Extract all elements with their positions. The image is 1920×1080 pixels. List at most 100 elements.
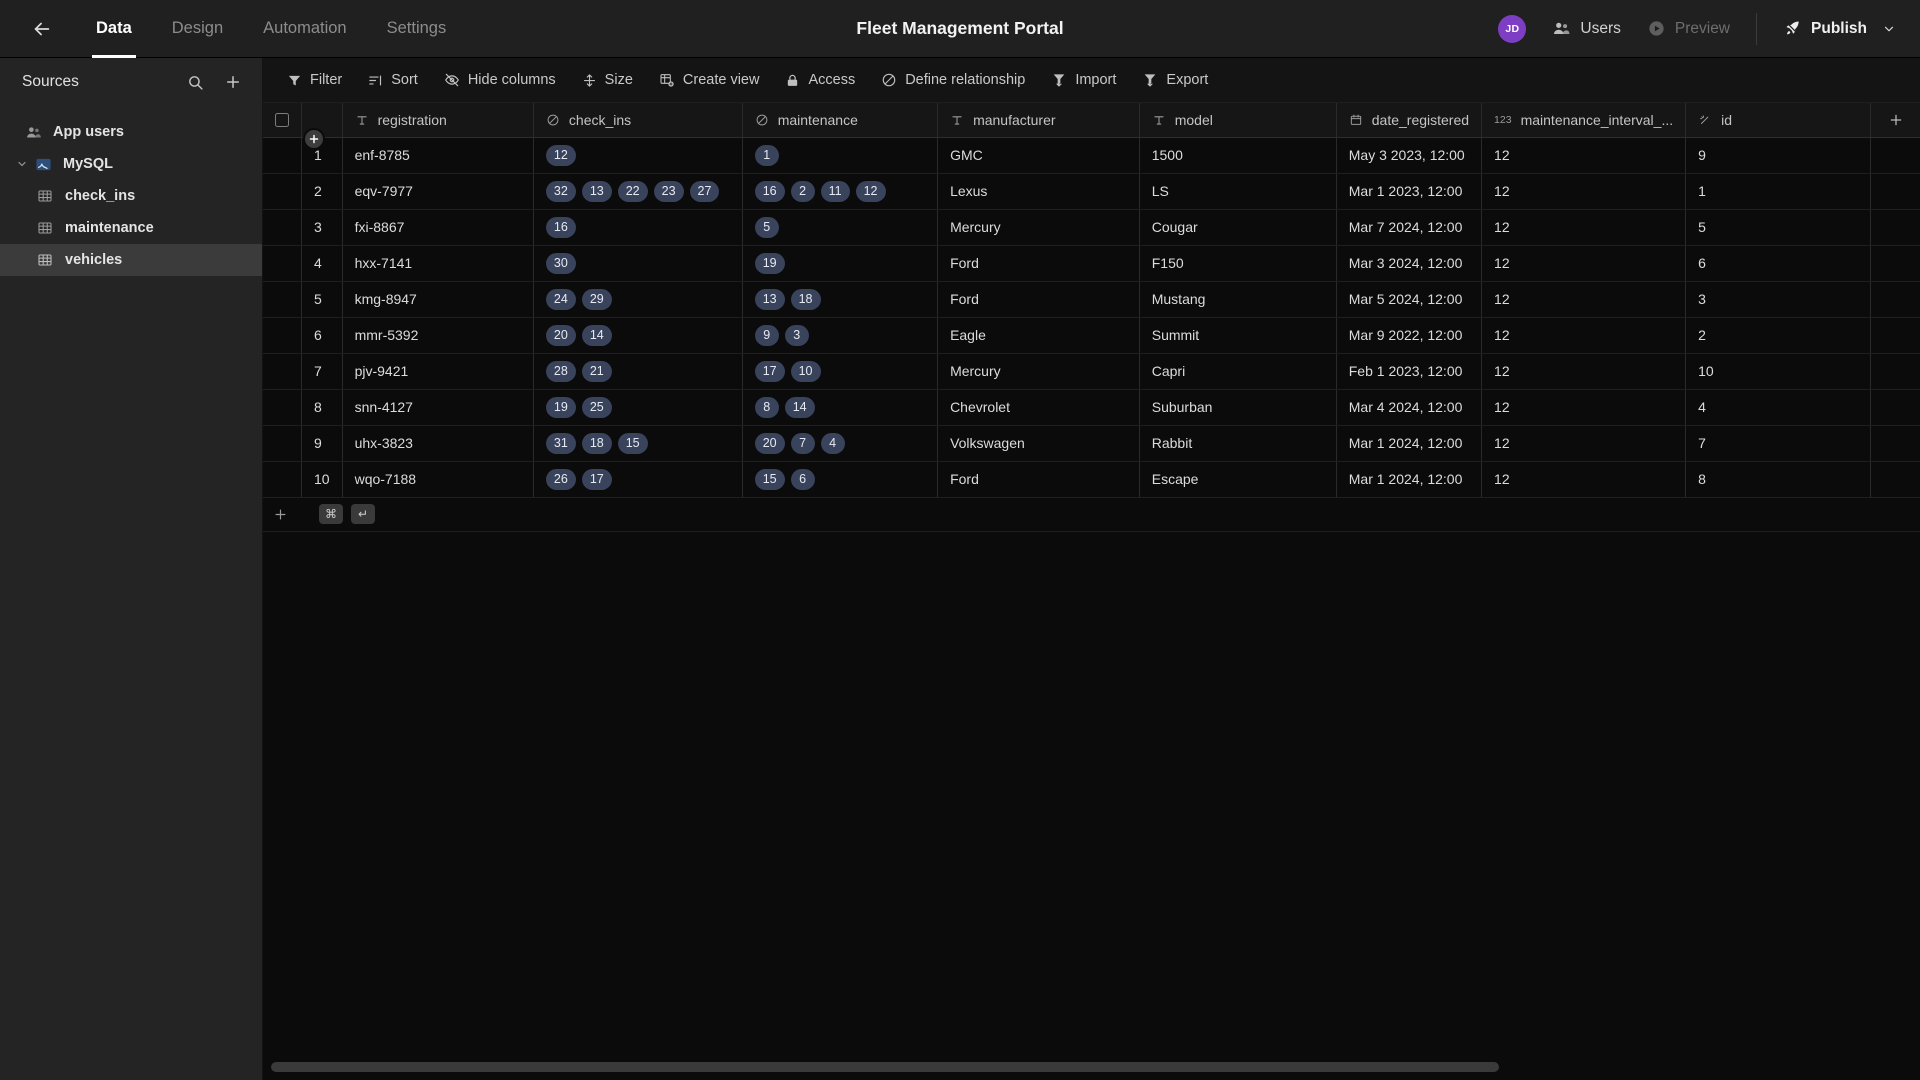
table-row[interactable]: 10 wqo-7188 26 17 15 6 Ford Escape Mar 1… — [263, 461, 1920, 498]
cell-check-ins[interactable]: 30 — [533, 245, 743, 282]
row-select-cell[interactable] — [263, 317, 302, 354]
cell-date-registered[interactable]: Mar 1 2023, 12:00 — [1336, 173, 1483, 210]
relation-badge[interactable]: 14 — [581, 324, 612, 346]
relation-badge[interactable]: 13 — [581, 180, 612, 202]
cell-model[interactable]: Summit — [1139, 317, 1337, 354]
row-select-cell[interactable] — [263, 353, 302, 390]
cell-maintenance[interactable]: 13 18 — [742, 281, 939, 318]
cell-date-registered[interactable]: Mar 3 2024, 12:00 — [1336, 245, 1483, 282]
cell-maintenance[interactable]: 19 — [742, 245, 939, 282]
sidebar-item-mysql[interactable]: MySQL — [0, 148, 262, 180]
cell-id[interactable]: 10 — [1685, 353, 1872, 390]
relation-badge[interactable]: 15 — [754, 468, 785, 490]
cell-id[interactable]: 6 — [1685, 245, 1872, 282]
relation-badge[interactable]: 12 — [545, 144, 576, 166]
relation-badge[interactable]: 20 — [754, 432, 785, 454]
cell-maintenance-interval[interactable]: 12 — [1481, 353, 1687, 390]
cell-registration[interactable]: eqv-7977 — [342, 173, 534, 210]
plus-icon[interactable] — [1871, 103, 1920, 136]
cell-manufacturer[interactable]: Ford — [937, 461, 1140, 498]
search-icon[interactable] — [184, 71, 206, 93]
relation-badge[interactable]: 10 — [790, 360, 821, 382]
cell-manufacturer[interactable]: Mercury — [937, 353, 1140, 390]
relation-badge[interactable]: 32 — [545, 180, 576, 202]
table-row[interactable]: 1 enf-8785 12 1 GMC 1500 May 3 2023, 12:… — [263, 137, 1920, 174]
back-button[interactable] — [22, 9, 62, 49]
column-header-maintenance-interval[interactable]: 123 maintenance_interval_... — [1481, 103, 1687, 138]
relation-badge[interactable]: 30 — [545, 252, 576, 274]
plus-icon[interactable] — [263, 507, 297, 522]
relation-badge[interactable]: 9 — [754, 324, 779, 346]
column-header-check-ins[interactable]: check_ins — [533, 103, 743, 138]
preview-button[interactable]: Preview — [1647, 19, 1730, 38]
cell-model[interactable]: Cougar — [1139, 209, 1337, 246]
row-select-cell[interactable] — [263, 461, 302, 498]
relation-badge[interactable]: 16 — [545, 216, 576, 238]
cell-maintenance[interactable]: 16 2 11 12 — [742, 173, 939, 210]
cell-id[interactable]: 3 — [1685, 281, 1872, 318]
relation-badge[interactable]: 26 — [545, 468, 576, 490]
sort-button[interactable]: Sort — [356, 64, 430, 96]
cell-check-ins[interactable]: 26 17 — [533, 461, 743, 498]
table-row[interactable]: 2 eqv-7977 32 13 22 23 27 16 2 11 12 Lex… — [263, 173, 1920, 210]
cell-manufacturer[interactable]: Ford — [937, 245, 1140, 282]
relation-badge[interactable]: 7 — [790, 432, 815, 454]
cell-date-registered[interactable]: Feb 1 2023, 12:00 — [1336, 353, 1483, 390]
row-select-cell[interactable] — [263, 389, 302, 426]
relation-badge[interactable]: 2 — [790, 180, 815, 202]
relation-badge[interactable]: 19 — [545, 396, 576, 418]
relation-badge[interactable]: 28 — [545, 360, 576, 382]
cell-maintenance-interval[interactable]: 12 — [1481, 209, 1687, 246]
relation-badge[interactable]: 11 — [820, 180, 850, 202]
filter-button[interactable]: Filter — [275, 64, 354, 96]
cell-maintenance-interval[interactable]: 12 — [1481, 281, 1687, 318]
cell-model[interactable]: F150 — [1139, 245, 1337, 282]
users-button[interactable]: Users — [1552, 19, 1621, 38]
table-row[interactable]: 4 hxx-7141 30 19 Ford F150 Mar 3 2024, 1… — [263, 245, 1920, 282]
row-select-cell[interactable] — [263, 137, 302, 174]
publish-button[interactable]: Publish — [1783, 19, 1896, 38]
relation-badge[interactable]: 3 — [784, 324, 809, 346]
cell-manufacturer[interactable]: GMC — [937, 137, 1140, 174]
plus-icon[interactable] — [222, 71, 244, 93]
cell-model[interactable]: LS — [1139, 173, 1337, 210]
chevron-down-icon[interactable] — [14, 158, 30, 170]
cell-check-ins[interactable]: 31 18 15 — [533, 425, 743, 462]
cell-model[interactable]: Rabbit — [1139, 425, 1337, 462]
horizontal-scrollbar-thumb[interactable] — [271, 1062, 1499, 1072]
nav-tab-automation[interactable]: Automation — [243, 0, 366, 58]
relation-badge[interactable]: 16 — [754, 180, 785, 202]
cell-maintenance-interval[interactable]: 12 — [1481, 245, 1687, 282]
import-button[interactable]: Import — [1039, 64, 1128, 96]
relation-badge[interactable]: 5 — [754, 216, 779, 238]
table-row[interactable]: 5 kmg-8947 24 29 13 18 Ford Mustang Mar … — [263, 281, 1920, 318]
cell-model[interactable]: Capri — [1139, 353, 1337, 390]
column-header-maintenance[interactable]: maintenance — [742, 103, 939, 138]
avatar[interactable]: JD — [1498, 14, 1527, 43]
relation-badge[interactable]: 4 — [820, 432, 845, 454]
cell-id[interactable]: 2 — [1685, 317, 1872, 354]
row-select-cell[interactable] — [263, 209, 302, 246]
relation-badge[interactable]: 27 — [689, 180, 720, 202]
cell-registration[interactable]: mmr-5392 — [342, 317, 534, 354]
horizontal-scrollbar[interactable] — [271, 1062, 1908, 1072]
add-row-cell[interactable]: ⌘ ↵ — [263, 497, 534, 532]
nav-tab-settings[interactable]: Settings — [367, 0, 467, 58]
relation-badge[interactable]: 29 — [581, 288, 612, 310]
table-row[interactable]: 7 pjv-9421 28 21 17 10 Mercury Capri Feb… — [263, 353, 1920, 390]
relation-badge[interactable]: 25 — [581, 396, 612, 418]
cell-id[interactable]: 4 — [1685, 389, 1872, 426]
cell-maintenance-interval[interactable]: 12 — [1481, 389, 1687, 426]
relation-badge[interactable]: 18 — [790, 288, 821, 310]
cell-registration[interactable]: snn-4127 — [342, 389, 534, 426]
cell-date-registered[interactable]: Mar 5 2024, 12:00 — [1336, 281, 1483, 318]
cell-id[interactable]: 9 — [1685, 137, 1872, 174]
cell-maintenance[interactable]: 8 14 — [742, 389, 939, 426]
cell-check-ins[interactable]: 16 — [533, 209, 743, 246]
cell-manufacturer[interactable]: Lexus — [937, 173, 1140, 210]
cell-id[interactable]: 1 — [1685, 173, 1872, 210]
nav-tab-data[interactable]: Data — [76, 0, 152, 58]
create-view-button[interactable]: Create view — [647, 64, 772, 96]
cell-manufacturer[interactable]: Mercury — [937, 209, 1140, 246]
cell-check-ins[interactable]: 28 21 — [533, 353, 743, 390]
